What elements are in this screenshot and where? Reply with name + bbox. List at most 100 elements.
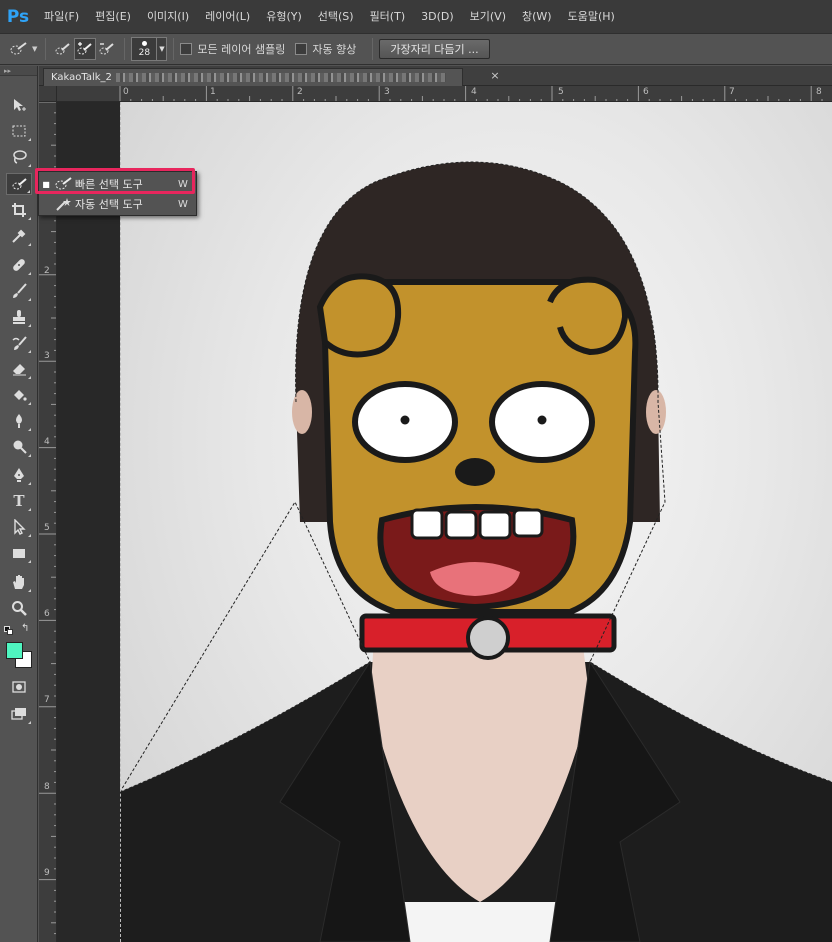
document-image[interactable] xyxy=(120,102,832,942)
rectangle-tool[interactable] xyxy=(6,542,32,564)
menu-view[interactable]: 보기(V) xyxy=(462,0,514,33)
more-tools-indicator xyxy=(28,454,31,457)
menu-bar: Ps 파일(F) 편집(E) 이미지(I) 레이어(L) 유형(Y) 선택(S)… xyxy=(0,0,832,33)
refine-edge-button[interactable]: 가장자리 다듬기 ... xyxy=(379,39,490,59)
menu-image[interactable]: 이미지(I) xyxy=(139,0,197,33)
character-tooth xyxy=(478,510,512,540)
default-colors-icon[interactable] xyxy=(4,626,14,636)
rectangle-shape-icon xyxy=(13,549,25,558)
brush-tool[interactable] xyxy=(6,280,32,302)
canvas-edge-selection xyxy=(120,102,121,942)
character-right-pupil xyxy=(537,415,547,425)
zoom-tool[interactable] xyxy=(6,597,32,619)
eraser-tool[interactable] xyxy=(6,358,32,380)
foreground-color-swatch[interactable] xyxy=(6,642,23,659)
screen-mode-button[interactable] xyxy=(6,703,32,725)
menu-select[interactable]: 선택(S) xyxy=(310,0,362,33)
path-selection-tool[interactable] xyxy=(6,516,32,538)
more-tools-indicator xyxy=(28,243,31,246)
stamp-icon xyxy=(13,310,25,324)
hand-tool[interactable] xyxy=(6,571,32,593)
menu-window[interactable]: 창(W) xyxy=(514,0,560,33)
eyedropper-tool[interactable] xyxy=(6,225,32,247)
menu-layer[interactable]: 레이어(L) xyxy=(197,0,258,33)
brush-picker[interactable]: 28 xyxy=(131,37,158,61)
add-to-selection-button[interactable] xyxy=(74,38,97,60)
close-icon[interactable]: × xyxy=(489,68,501,84)
swap-colors-icon[interactable]: ↰ xyxy=(21,623,29,634)
ruler-origin[interactable] xyxy=(39,86,57,102)
auto-enhance-checkbox[interactable] xyxy=(295,43,308,55)
sample-all-layers-checkbox[interactable] xyxy=(180,43,193,55)
tools-panel: ▸▸ T ↰ xyxy=(0,66,38,942)
menu-type[interactable]: 유형(Y) xyxy=(258,0,310,33)
more-tools-indicator xyxy=(28,402,31,405)
hand-icon xyxy=(13,575,24,589)
options-bar: ▼ 28 ▼ 모든 레이어 샘플링 자동 향상 가장자리 다듬기 ... xyxy=(0,33,832,65)
paint-bucket-tool[interactable] xyxy=(6,384,32,406)
healing-brush-tool[interactable] xyxy=(6,254,32,276)
menu-help[interactable]: 도움말(H) xyxy=(560,0,623,33)
more-tools-indicator xyxy=(28,721,31,724)
document-tab-bar: KakaoTalk_2 × xyxy=(39,66,832,86)
character-tooth xyxy=(410,508,444,540)
path-selection-arrow-icon xyxy=(14,519,26,535)
new-selection-button[interactable] xyxy=(52,38,74,60)
more-tools-indicator xyxy=(28,560,31,563)
move-tool[interactable] xyxy=(6,94,32,116)
divider xyxy=(173,38,175,60)
dodge-tool[interactable] xyxy=(6,436,32,458)
tool-preset-picker[interactable] xyxy=(8,38,30,60)
quick-selection-tool[interactable] xyxy=(6,173,32,195)
quick-mask-button[interactable] xyxy=(6,676,32,698)
chevron-down-icon[interactable]: ▼ xyxy=(32,45,37,53)
lasso-icon xyxy=(13,150,27,164)
more-tools-indicator xyxy=(28,534,31,537)
divider xyxy=(45,38,47,60)
ruler-label: 6 xyxy=(44,609,50,619)
tool-flyout-menu: ■ 빠른 선택 도구 W 자동 선택 도구 W xyxy=(38,171,197,216)
vertical-ruler[interactable]: 2 3 4 5 6 7 8 9 xyxy=(39,102,57,942)
flyout-item-quick-selection[interactable]: ■ 빠른 선택 도구 W xyxy=(39,174,196,194)
more-tools-indicator xyxy=(28,324,31,327)
ruler-label: 5 xyxy=(44,523,50,533)
flyout-item-magic-wand[interactable]: 자동 선택 도구 W xyxy=(39,194,196,214)
menu-file[interactable]: 파일(F) xyxy=(36,0,87,33)
eyedropper-icon xyxy=(12,229,26,243)
document-tab[interactable]: KakaoTalk_2 xyxy=(43,68,463,86)
ruler-label: 8 xyxy=(44,782,50,792)
photoshop-logo: Ps xyxy=(6,6,30,27)
clone-stamp-tool[interactable] xyxy=(6,306,32,328)
lasso-tool[interactable] xyxy=(6,146,32,168)
canvas-area[interactable] xyxy=(57,102,832,942)
left-ear xyxy=(292,390,312,434)
history-brush-tool[interactable] xyxy=(6,332,32,354)
more-tools-indicator xyxy=(28,428,31,431)
character-left-ear xyxy=(316,273,402,358)
ruler-label: 3 xyxy=(44,351,50,361)
panel-grip[interactable]: ▸▸ xyxy=(0,66,37,76)
blur-tool[interactable] xyxy=(6,410,32,432)
more-tools-indicator xyxy=(28,589,31,592)
selected-bullet: ■ xyxy=(42,179,50,189)
horizontal-ruler[interactable]: 0 1 2 3 4 5 6 7 8 xyxy=(57,86,832,102)
chevron-down-icon: ▼ xyxy=(159,45,165,53)
marquee-tool[interactable] xyxy=(6,120,32,142)
brush-picker-dropdown[interactable]: ▼ xyxy=(157,37,168,61)
more-tools-indicator xyxy=(28,138,31,141)
pen-tool[interactable] xyxy=(6,464,32,486)
eraser-icon xyxy=(13,364,26,376)
menu-edit[interactable]: 편집(E) xyxy=(87,0,139,33)
type-tool[interactable]: T xyxy=(6,490,32,512)
menu-3d[interactable]: 3D(D) xyxy=(413,0,462,33)
quick-selection-brush-icon xyxy=(10,42,27,55)
menu-filter[interactable]: 필터(T) xyxy=(362,0,414,33)
quick-selection-icon xyxy=(12,178,27,190)
more-tools-indicator xyxy=(28,217,31,220)
crop-icon xyxy=(12,203,26,217)
screen-mode-icon xyxy=(11,708,26,720)
subtract-from-selection-button[interactable] xyxy=(96,38,118,60)
shirt xyxy=(400,902,560,942)
new-selection-icon xyxy=(55,43,71,55)
crop-tool[interactable] xyxy=(6,199,32,221)
